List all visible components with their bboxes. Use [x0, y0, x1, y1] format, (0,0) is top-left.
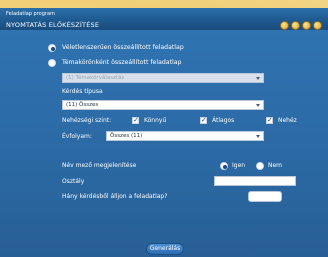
topic-dropdown[interactable]: (1) Témakörválasztás — [62, 73, 264, 83]
generate-button-label: Generálás — [149, 245, 181, 252]
name-field-label: Név mező megjelenítése — [62, 162, 137, 169]
chevron-down-icon — [256, 135, 260, 138]
class-input[interactable] — [214, 176, 296, 186]
settings-panel: Véletlenszerűen összeállított feladatlap… — [0, 30, 328, 257]
window-title: NYOMTATÁS ELŐKÉSZÍTÉSE — [6, 21, 100, 29]
themed-worksheet-label: Témakörönként összeállított feladatlap — [62, 59, 182, 66]
topic-dropdown-value: (1) Témakörválasztás — [66, 75, 125, 81]
question-count-label: Hány kérdésből álljon a feladatlap? — [62, 193, 168, 200]
difficulty-easy-label: Könnyű — [144, 117, 167, 124]
question-type-value: (11) Összes — [66, 102, 99, 108]
window-controls — [280, 21, 322, 30]
minimize-icon[interactable] — [302, 21, 311, 30]
chevron-down-icon — [256, 77, 260, 80]
grade-label: Évfolyam: — [62, 133, 92, 140]
themed-worksheet-radio[interactable] — [48, 59, 56, 67]
name-field-no-label: Nem — [268, 162, 283, 169]
grade-dropdown[interactable]: Összes (11) — [106, 131, 264, 141]
help-icon[interactable] — [280, 21, 289, 30]
class-label: Osztály — [62, 178, 85, 185]
random-worksheet-radio[interactable] — [48, 44, 56, 52]
grade-dropdown-value: Összes (11) — [110, 133, 143, 139]
difficulty-average-label: Átlagos — [212, 117, 235, 124]
chevron-down-icon — [256, 104, 260, 107]
difficulty-label: Nehézségi szint: — [62, 117, 112, 124]
name-field-no-radio[interactable] — [256, 162, 264, 170]
question-type-label: Kérdés típusa — [62, 88, 103, 95]
question-count-input[interactable] — [248, 191, 282, 202]
info-icon[interactable] — [291, 21, 300, 30]
random-worksheet-label: Véletlenszerűen összeállított feladatlap — [62, 44, 184, 51]
print-preparation-window: Feladatlap program NYOMTATÁS ELŐKÉSZÍTÉS… — [0, 8, 328, 257]
difficulty-hard-label: Nehéz — [278, 117, 297, 124]
generate-button[interactable]: Generálás — [146, 243, 184, 255]
close-icon[interactable] — [313, 21, 322, 30]
difficulty-easy-checkbox[interactable] — [132, 116, 139, 124]
app-title: Feladatlap program — [6, 11, 55, 17]
difficulty-hard-checkbox[interactable] — [266, 116, 273, 124]
app-titlebar: Feladatlap program — [0, 8, 328, 20]
difficulty-average-checkbox[interactable] — [200, 116, 207, 124]
name-field-yes-label: Igen — [232, 162, 246, 169]
question-type-dropdown[interactable]: (11) Összes — [62, 100, 264, 110]
name-field-yes-radio[interactable] — [220, 162, 228, 170]
